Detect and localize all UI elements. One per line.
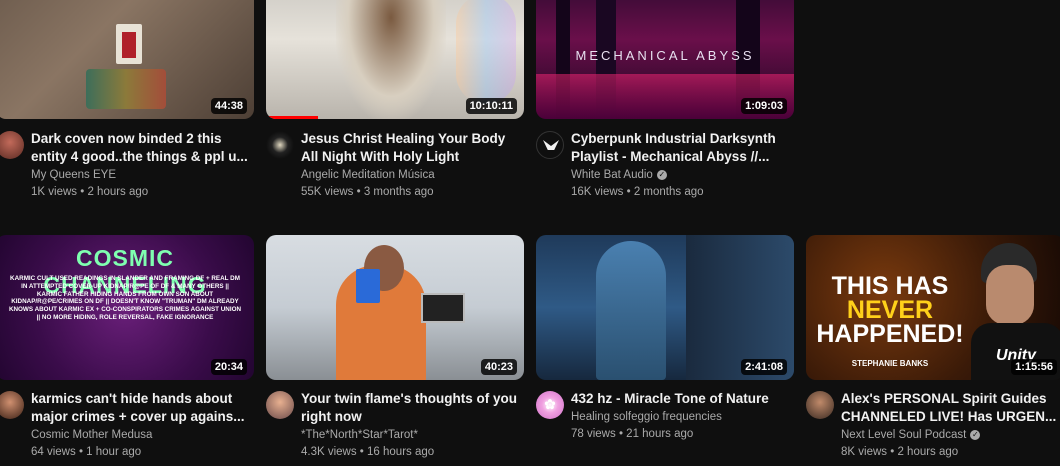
meta-separator: • [615,428,627,440]
buddha-statue-image [596,241,666,380]
video-title[interactable]: Cyberpunk Industrial Darksynth Playlist … [571,130,789,166]
video-title[interactable]: 432 hz - Miracle Tone of Nature [571,390,789,408]
video-duration: 40:23 [480,359,517,375]
video-thumbnail[interactable]: COSMIC CHANNELING KARMIC CULT USED READI… [0,235,254,380]
channel-name[interactable]: *The*North*Star*Tarot* [301,429,519,441]
upload-age: 2 hours ago [87,186,149,198]
monitor-image [421,293,465,323]
channel-name-text[interactable]: My Queens EYE [31,169,116,181]
channel-name-text[interactable]: White Bat Audio [571,169,653,181]
thumbnail-overlay-text: MECHANICAL ABYSS [575,48,755,63]
meta-separator: • [887,446,898,458]
verified-badge-icon: ✓ [656,169,667,180]
upload-age: 3 months ago [363,186,434,198]
channel-avatar[interactable]: ✿ [536,391,564,419]
upload-age: 16 hours ago [367,446,435,458]
lotus-icon: ✿ [544,396,556,412]
video-duration: 1:15:56 [1011,359,1057,375]
video-meta: 64 views • 1 hour ago [31,446,249,458]
channel-name[interactable]: Cosmic Mother Medusa [31,429,249,441]
upload-age: 1 hour ago [86,446,142,458]
view-count: 55K views [301,186,354,198]
upload-age: 21 hours ago [626,428,694,440]
thumbnail-subtitle: STEPHANIE BANKS [851,359,929,368]
video-duration: 1:09:03 [741,98,787,114]
video-meta: 4.3K views • 16 hours ago [301,446,519,458]
rainbow-light [456,0,516,104]
video-title[interactable]: Your twin flame's thoughts of you right … [301,390,519,426]
upload-age: 2 months ago [633,186,704,198]
video-meta: 78 views • 21 hours ago [571,428,789,440]
view-count: 1K views [31,186,78,198]
meta-separator: • [623,186,634,198]
channel-avatar[interactable] [536,131,564,159]
video-duration: 20:34 [210,359,247,375]
channel-avatar[interactable] [806,391,834,419]
video-title[interactable]: Jesus Christ Healing Your Body All Night… [301,130,519,166]
view-count: 8K views [841,446,888,458]
video-thumbnail[interactable]: 2:41:08 [536,235,794,380]
video-meta: 1K views • 2 hours ago [31,186,249,198]
person-face-image [986,265,1034,325]
upload-age: 2 hours ago [897,446,959,458]
meta-separator: • [77,186,88,198]
video-title[interactable]: Dark coven now binded 2 this entity 4 go… [31,130,249,166]
video-meta: 16K views • 2 months ago [571,186,789,198]
video-meta: 8K views • 2 hours ago [841,446,1059,458]
video-duration: 10:10:11 [465,98,517,114]
cards-on-table [86,69,166,109]
meta-separator: • [353,186,364,198]
channel-name-text[interactable]: Healing solfeggio frequencies [571,411,722,423]
video-title[interactable]: karmics can't hide hands about major cri… [31,390,249,426]
meta-separator: • [75,446,87,458]
channel-name[interactable]: My Queens EYE [31,169,249,181]
channel-name-text[interactable]: Cosmic Mother Medusa [31,429,152,441]
video-thumbnail[interactable]: 10:10:11 [266,0,524,119]
video-duration: 44:38 [210,98,247,114]
view-count: 78 views [571,428,616,440]
thumbnail-headline-line3: HAPPENED! [816,320,964,348]
view-count: 16K views [571,186,624,198]
bat-icon [543,140,559,150]
meta-separator: • [356,446,368,458]
jesus-figure-image [336,0,446,119]
channel-name-text[interactable]: *The*North*Star*Tarot* [301,429,418,441]
channel-avatar[interactable] [0,391,24,419]
channel-name-text[interactable]: Angelic Meditation Música [301,169,435,181]
channel-avatar[interactable] [266,131,294,159]
video-thumbnail[interactable]: 40:23 [266,235,524,380]
channel-avatar[interactable] [0,131,24,159]
watch-progress-bar [266,116,318,119]
channel-name[interactable]: Healing solfeggio frequencies [571,411,789,423]
channel-name[interactable]: White Bat Audio ✓ [571,169,789,181]
video-thumbnail[interactable]: 44:38 [0,0,254,119]
verified-badge-icon: ✓ [970,429,981,440]
view-count: 64 views [31,446,76,458]
video-meta: 55K views • 3 months ago [301,186,519,198]
channel-name-text[interactable]: Next Level Soul Podcast [841,429,966,441]
channel-name[interactable]: Next Level Soul Podcast ✓ [841,429,1059,441]
video-grid: 44:38 Dark coven now binded 2 this entit… [0,0,1060,466]
video-duration: 2:41:08 [741,359,787,375]
video-title[interactable]: Alex's PERSONAL Spirit Guides CHANNELED … [841,390,1059,426]
tarot-card-art [122,32,136,58]
view-count: 4.3K views [301,446,357,458]
video-thumbnail[interactable]: THIS HAS NEVER HAPPENED! STEPHANIE BANKS… [806,235,1060,380]
channel-name[interactable]: Angelic Meditation Música [301,169,519,181]
tarot-card-image [356,269,380,303]
video-thumbnail[interactable]: MECHANICAL ABYSS 1:09:03 [536,0,794,119]
channel-avatar[interactable] [266,391,294,419]
thumbnail-overlay-text: KARMIC CULT USED READINGS IN SLANDER AND… [8,275,242,321]
